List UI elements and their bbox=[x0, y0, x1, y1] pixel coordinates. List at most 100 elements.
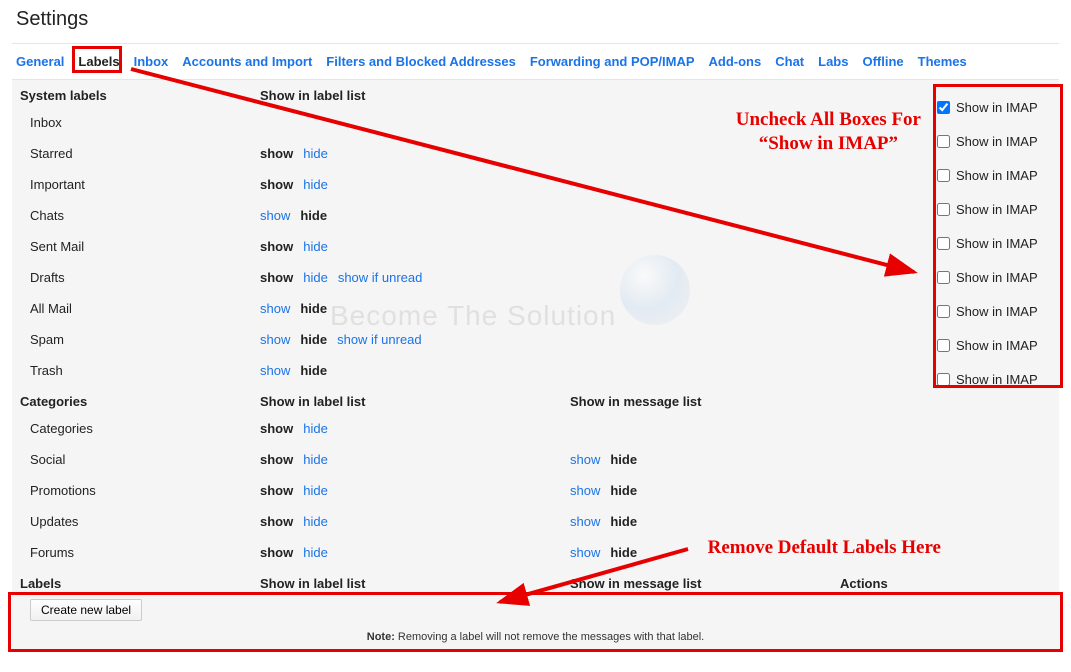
annotation-uncheck-text: Uncheck All Boxes For “Show in IMAP” bbox=[736, 108, 921, 156]
syslabel-8-labellist-hide: hide bbox=[300, 363, 327, 378]
syslabel-2-labellist-hide[interactable]: hide bbox=[303, 177, 328, 192]
system-label-labellist-cell: show hide bbox=[260, 208, 570, 223]
system-label-name: Important bbox=[20, 177, 260, 192]
syslabel-2-labellist-show: show bbox=[260, 177, 293, 192]
category-name: Updates bbox=[20, 514, 260, 529]
tab-filters[interactable]: Filters and Blocked Addresses bbox=[326, 54, 516, 69]
annotation-box-imap bbox=[933, 84, 1063, 388]
system-label-labellist-cell: show hide bbox=[260, 177, 570, 192]
cat-2-msglist-show[interactable]: show bbox=[570, 483, 600, 498]
section-header-labels: Labels Show in label list Show in messag… bbox=[16, 568, 1055, 595]
col-header-show-msg-list: Show in message list bbox=[570, 394, 840, 409]
category-row: Promotionsshowhideshowhide bbox=[16, 475, 1055, 506]
cat-0-labellist-show: show bbox=[260, 421, 293, 436]
syslabel-1-labellist-show: show bbox=[260, 146, 293, 161]
category-msglist-cell: show hide bbox=[570, 514, 840, 529]
tab-chat[interactable]: Chat bbox=[775, 54, 804, 69]
col-header-labels: Labels bbox=[20, 576, 260, 591]
syslabel-5-labellist-show-if-unread[interactable]: show if unread bbox=[338, 270, 423, 285]
system-label-labellist-cell: show hide bbox=[260, 239, 570, 254]
cat-0-labellist-hide[interactable]: hide bbox=[303, 421, 328, 436]
tab-accounts[interactable]: Accounts and Import bbox=[182, 54, 312, 69]
col-header-categories: Categories bbox=[20, 394, 260, 409]
note-prefix: Note: bbox=[367, 631, 395, 643]
syslabel-6-labellist-hide: hide bbox=[300, 301, 327, 316]
category-labellist-cell: showhide bbox=[260, 483, 570, 498]
annotation-box-labels-tab bbox=[72, 46, 121, 73]
system-label-row: Draftsshow hide show if unread bbox=[16, 262, 1055, 293]
category-name: Promotions bbox=[20, 483, 260, 498]
cat-1-msglist-hide: hide bbox=[610, 452, 637, 467]
syslabel-4-labellist-show: show bbox=[260, 239, 293, 254]
page-title: Settings bbox=[16, 8, 1059, 31]
category-labellist-cell: show hide bbox=[260, 545, 570, 560]
note-text: Removing a label will not remove the mes… bbox=[395, 631, 704, 643]
category-labellist-cell: show hide bbox=[260, 421, 570, 436]
cat-3-labellist-hide[interactable]: hide bbox=[303, 514, 328, 529]
settings-page: Settings General Labels Inbox Accounts and … bbox=[0, 0, 1071, 672]
syslabel-5-labellist-hide[interactable]: hide bbox=[303, 270, 328, 285]
system-label-name: Drafts bbox=[20, 270, 260, 285]
cat-3-msglist-hide: hide bbox=[610, 514, 637, 529]
system-label-name: Sent Mail bbox=[20, 239, 260, 254]
section-header-system-labels: System labels Show in label list bbox=[16, 80, 1055, 107]
syslabel-7-labellist-show[interactable]: show bbox=[260, 332, 290, 347]
system-label-labellist-cell: show hide show if unread bbox=[260, 332, 570, 347]
tab-inbox[interactable]: Inbox bbox=[134, 54, 169, 69]
category-labellist-cell: show hide bbox=[260, 452, 570, 467]
col-header-system-labels: System labels bbox=[20, 88, 260, 103]
system-label-labellist-cell: show hide bbox=[260, 301, 570, 316]
system-label-name: Chats bbox=[20, 208, 260, 223]
cat-4-msglist-show[interactable]: show bbox=[570, 545, 600, 560]
cat-4-labellist-hide[interactable]: hide bbox=[303, 545, 328, 560]
col-header-show-label-list-2: Show in label list bbox=[260, 394, 570, 409]
cat-2-msglist-hide: hide bbox=[610, 483, 637, 498]
col-header-show-label-list: Show in label list bbox=[260, 88, 570, 103]
system-label-row: All Mailshow hide bbox=[16, 293, 1055, 324]
syslabel-8-labellist-show[interactable]: show bbox=[260, 363, 290, 378]
tab-themes[interactable]: Themes bbox=[918, 54, 967, 69]
create-new-label-button[interactable]: Create new label bbox=[30, 599, 142, 621]
system-label-name: Spam bbox=[20, 332, 260, 347]
system-label-name: Starred bbox=[20, 146, 260, 161]
system-label-row: Importantshow hide bbox=[16, 169, 1055, 200]
cat-1-msglist-show[interactable]: show bbox=[570, 452, 600, 467]
category-name: Forums bbox=[20, 545, 260, 560]
system-label-row: Trashshow hide bbox=[16, 355, 1055, 386]
settings-content: System labels Show in label list Inbox St… bbox=[12, 80, 1059, 651]
system-label-labellist-cell: show hide bbox=[260, 363, 570, 378]
system-label-labellist-cell: show hide bbox=[260, 146, 570, 161]
syslabel-7-labellist-hide: hide bbox=[300, 332, 327, 347]
tab-offline[interactable]: Offline bbox=[862, 54, 903, 69]
section-header-categories: Categories Show in label list Show in me… bbox=[16, 386, 1055, 413]
tab-general[interactable]: General bbox=[16, 54, 64, 69]
cat-3-labellist-show: show bbox=[260, 514, 293, 529]
category-row: Socialshowhideshowhide bbox=[16, 444, 1055, 475]
category-msglist-cell: show hide bbox=[570, 452, 840, 467]
syslabel-1-labellist-hide[interactable]: hide bbox=[303, 146, 328, 161]
cat-3-msglist-show[interactable]: show bbox=[570, 514, 600, 529]
tab-labs[interactable]: Labs bbox=[818, 54, 848, 69]
system-label-row: Spamshow hide show if unread bbox=[16, 324, 1055, 355]
annotation-remove-text: Remove Default Labels Here bbox=[708, 536, 941, 560]
tab-addons[interactable]: Add-ons bbox=[709, 54, 762, 69]
cat-1-labellist-hide[interactable]: hide bbox=[303, 452, 328, 467]
cat-2-labellist-hide[interactable]: hide bbox=[303, 483, 328, 498]
system-label-row: Chatsshow hide bbox=[16, 200, 1055, 231]
tab-forwarding[interactable]: Forwarding and POP/IMAP bbox=[530, 54, 695, 69]
cat-1-labellist-show: show bbox=[260, 452, 293, 467]
cat-4-labellist-show: show bbox=[260, 545, 293, 560]
category-row: Updatesshowhideshowhide bbox=[16, 506, 1055, 537]
col-header-actions: Actions bbox=[840, 576, 1051, 591]
syslabel-3-labellist-hide: hide bbox=[300, 208, 327, 223]
category-msglist-cell: show hide bbox=[570, 483, 840, 498]
system-label-name: All Mail bbox=[20, 301, 260, 316]
syslabel-5-labellist-show: show bbox=[260, 270, 293, 285]
syslabel-7-labellist-show-if-unread[interactable]: show if unread bbox=[337, 332, 422, 347]
system-label-name: Trash bbox=[20, 363, 260, 378]
labels-note: Note: Removing a label will not remove t… bbox=[16, 625, 1055, 643]
syslabel-3-labellist-show[interactable]: show bbox=[260, 208, 290, 223]
system-label-name: Inbox bbox=[20, 115, 260, 130]
syslabel-4-labellist-hide[interactable]: hide bbox=[303, 239, 328, 254]
syslabel-6-labellist-show[interactable]: show bbox=[260, 301, 290, 316]
